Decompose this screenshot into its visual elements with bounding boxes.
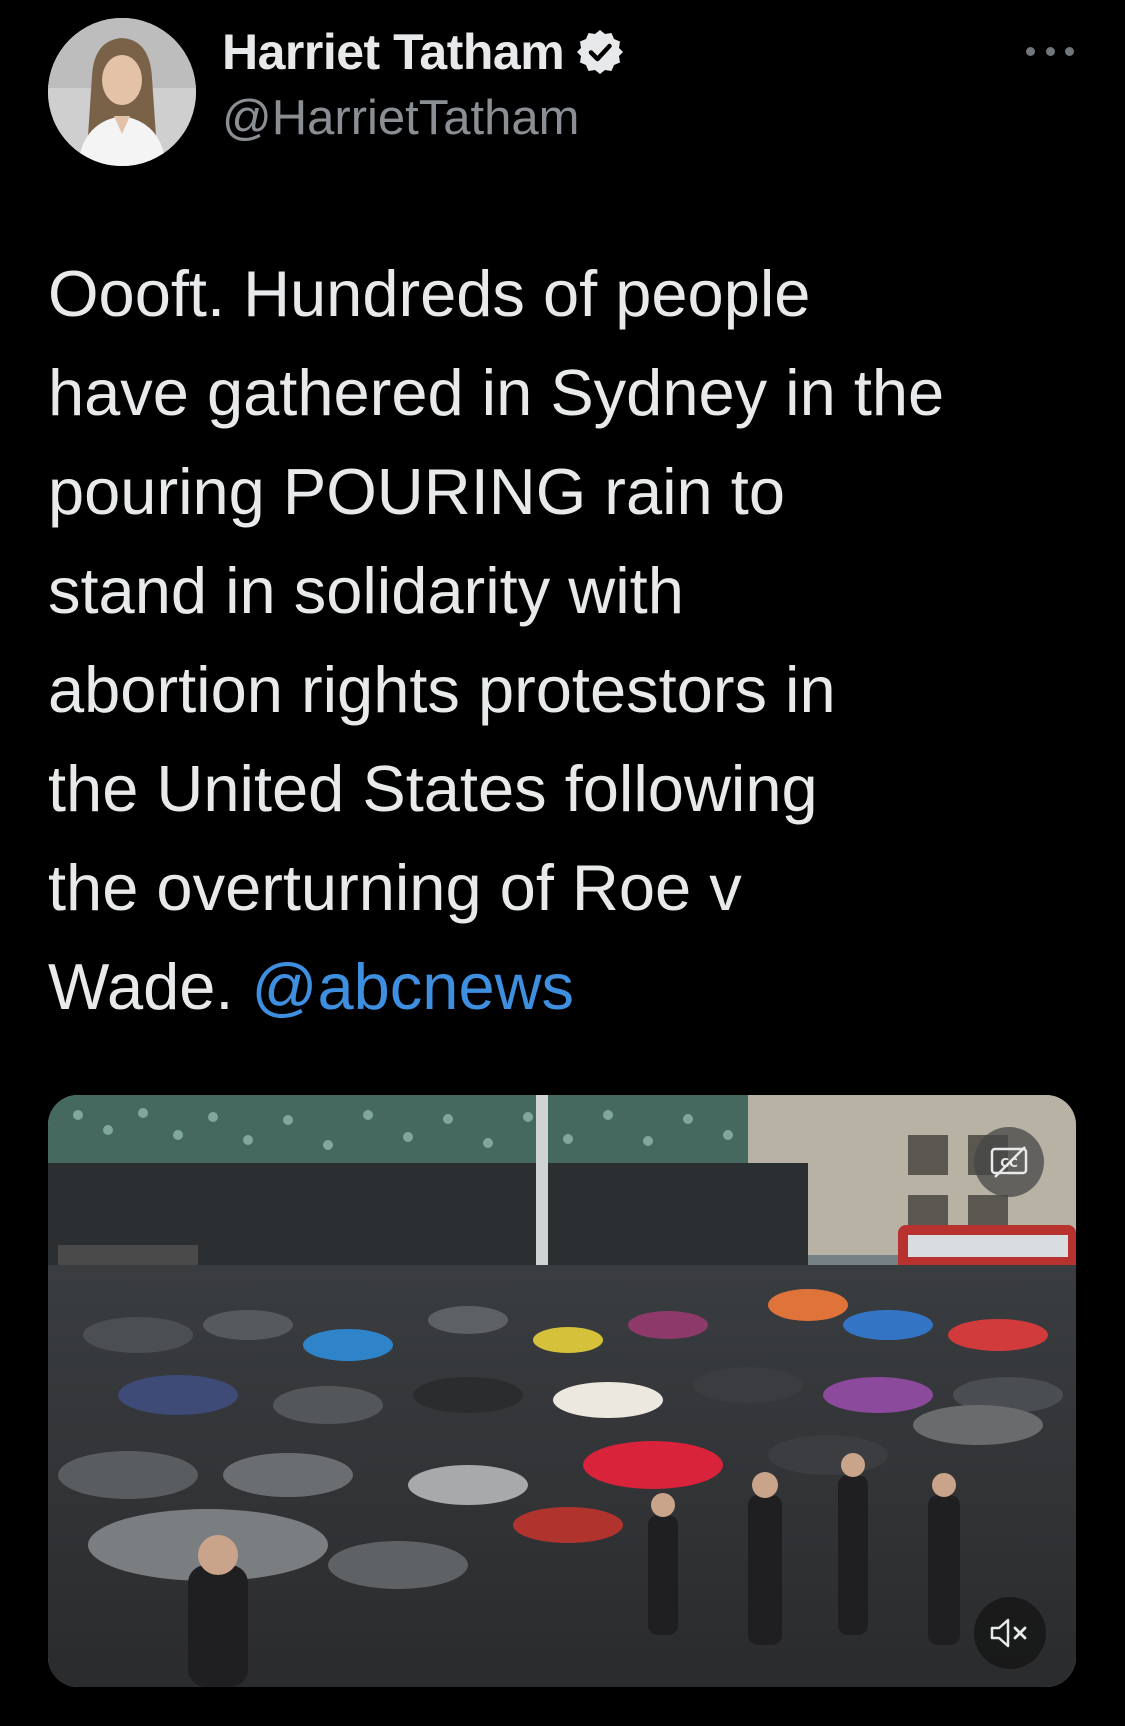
cc-icon: CC xyxy=(990,1146,1028,1178)
tweet: Harriet Tatham @HarrietTatham Oooft. Hun… xyxy=(0,0,1125,1726)
tweet-text-segment: Wade. xyxy=(48,950,252,1023)
tweet-text-line: abortion rights protestors in xyxy=(48,653,836,726)
captions-button[interactable]: CC xyxy=(974,1127,1044,1197)
tweet-text-line: the overturning of Roe v xyxy=(48,851,742,924)
tweet-text-line: Oooft. Hundreds of people xyxy=(48,257,811,330)
speaker-muted-icon xyxy=(990,1618,1027,1648)
more-options-icon[interactable] xyxy=(1026,36,1074,66)
author-handle[interactable]: @HarrietTatham xyxy=(222,90,579,146)
mention-link[interactable]: @abcnews xyxy=(252,950,575,1023)
tweet-text-line: have gathered in Sydney in the xyxy=(48,356,945,429)
mute-button[interactable] xyxy=(974,1597,1046,1669)
tweet-text-line: the United States following xyxy=(48,752,818,825)
avatar[interactable] xyxy=(48,18,196,166)
tweet-text-line: stand in solidarity with xyxy=(48,554,684,627)
tweet-text-line: pouring POURING rain to xyxy=(48,455,785,528)
author-name[interactable]: Harriet Tatham xyxy=(222,23,565,81)
tweet-text-last-line: Wade. @abcnews xyxy=(48,937,1088,1036)
avatar-photo xyxy=(48,18,196,166)
video-frame-protest-crowd xyxy=(48,1095,1076,1687)
tweet-text: Oooft. Hundreds of people have gathered … xyxy=(48,244,1088,1036)
verified-badge-icon xyxy=(577,30,624,74)
video-player[interactable]: CC xyxy=(48,1095,1076,1687)
author-name-row: Harriet Tatham xyxy=(222,22,624,82)
